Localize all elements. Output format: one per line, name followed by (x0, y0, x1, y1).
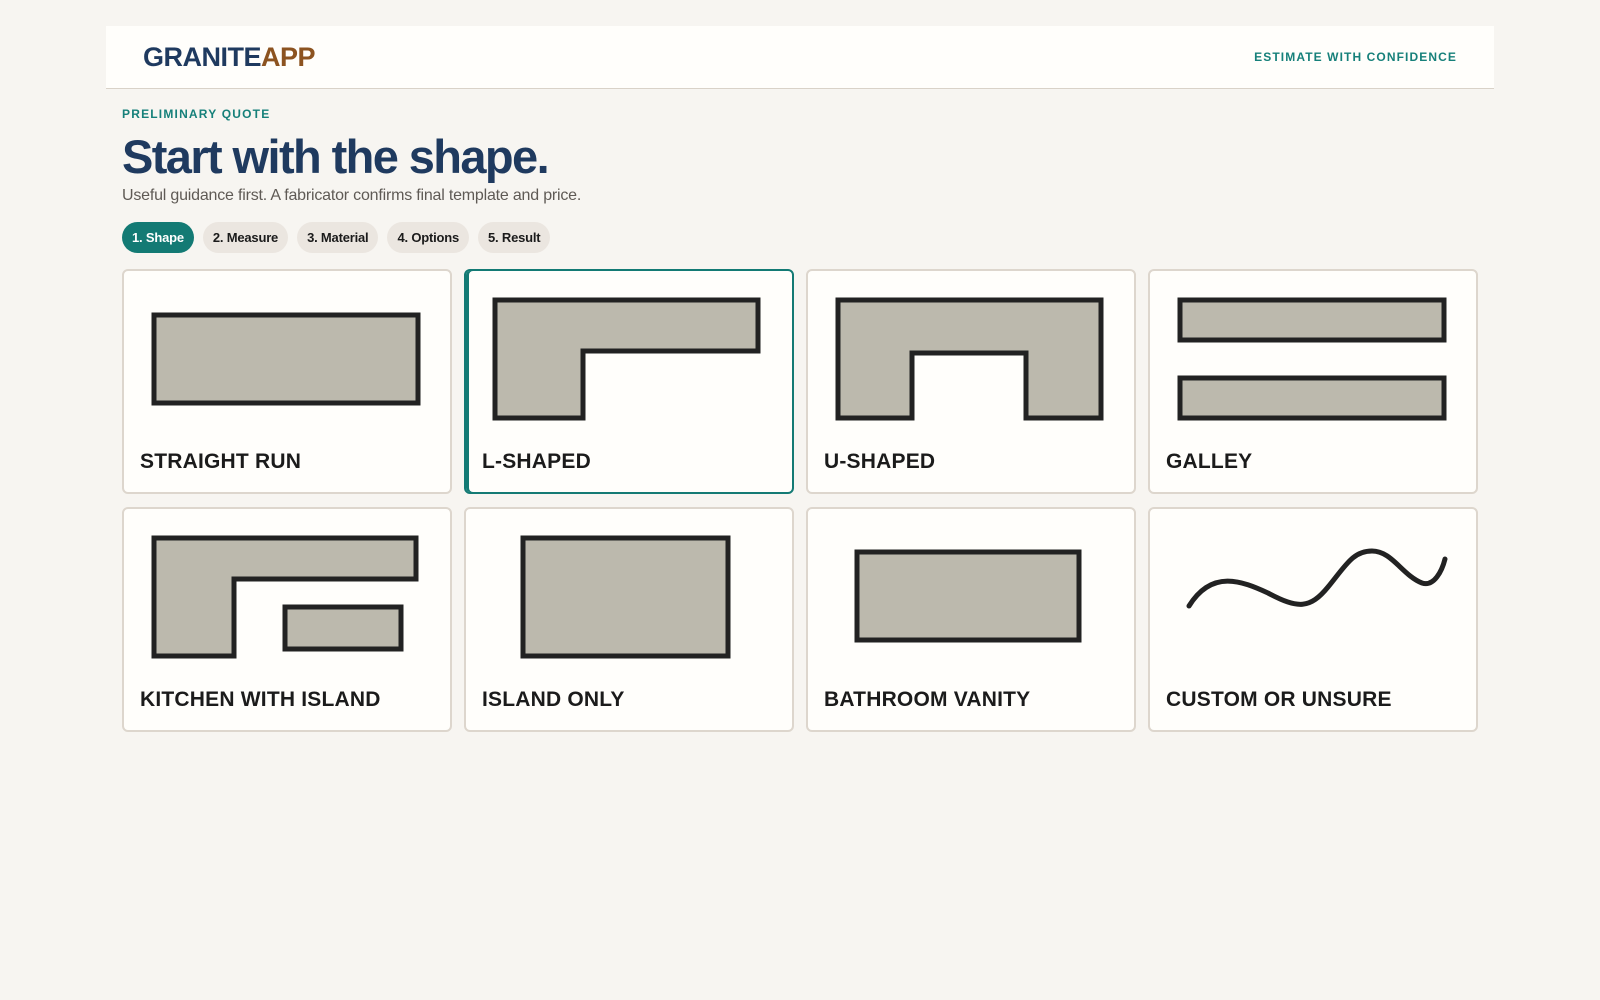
shape-card-island-only[interactable]: ISLAND ONLY (464, 506, 794, 732)
main-content: PRELIMINARY QUOTE Start with the shape. … (106, 107, 1494, 732)
shape-card-straight-run[interactable]: STRAIGHT RUN (122, 268, 452, 494)
brand-logo[interactable]: GRANITEAPP (143, 41, 316, 73)
shape-card-kitchen-with-island[interactable]: KITCHEN WITH ISLAND (122, 506, 452, 732)
shape-card-label: BATHROOM VANITY (824, 687, 1031, 711)
page-subtitle: Useful guidance first. A fabricator conf… (122, 186, 582, 204)
step-tab-shape[interactable]: 1. Shape (122, 221, 194, 253)
app-shell: GRANITEAPP ESTIMATE WITH CONFIDENCE PREL… (106, 26, 1494, 732)
page-eyebrow: PRELIMINARY QUOTE (122, 107, 271, 121)
page-title: Start with the shape. (122, 130, 550, 183)
step-tabs: 1. Shape 2. Measure 3. Material 4. Optio… (122, 221, 1478, 253)
shape-grid: STRAIGHT RUN L-SHAPED U-SHAPED GALLEY KI… (122, 268, 1478, 732)
shape-card-label: CUSTOM OR UNSURE (1166, 687, 1392, 711)
shape-card-l-shaped[interactable]: L-SHAPED (464, 268, 794, 494)
shape-card-bathroom-vanity[interactable]: BATHROOM VANITY (806, 506, 1136, 732)
shape-card-u-shaped[interactable]: U-SHAPED (806, 268, 1136, 494)
shape-card-label: ISLAND ONLY (482, 687, 625, 711)
step-tab-measure[interactable]: 2. Measure (202, 221, 289, 253)
shape-card-label: L-SHAPED (482, 449, 591, 473)
shape-card-label: STRAIGHT RUN (140, 449, 302, 473)
brand-logo-part1: GRANITE (143, 41, 262, 72)
step-tab-options[interactable]: 4. Options (387, 221, 470, 253)
shape-card-galley[interactable]: GALLEY (1148, 268, 1478, 494)
shape-card-label: GALLEY (1166, 449, 1253, 473)
step-tab-result[interactable]: 5. Result (478, 221, 551, 253)
header-tagline: ESTIMATE WITH CONFIDENCE (1254, 50, 1457, 64)
brand-logo-part2: APP (261, 41, 316, 72)
shape-card-label: KITCHEN WITH ISLAND (140, 687, 381, 711)
top-bar: GRANITEAPP ESTIMATE WITH CONFIDENCE (106, 26, 1494, 89)
shape-card-label: U-SHAPED (824, 449, 936, 473)
step-tab-material[interactable]: 3. Material (297, 221, 379, 253)
shape-card-custom-or-unsure[interactable]: CUSTOM OR UNSURE (1148, 506, 1478, 732)
